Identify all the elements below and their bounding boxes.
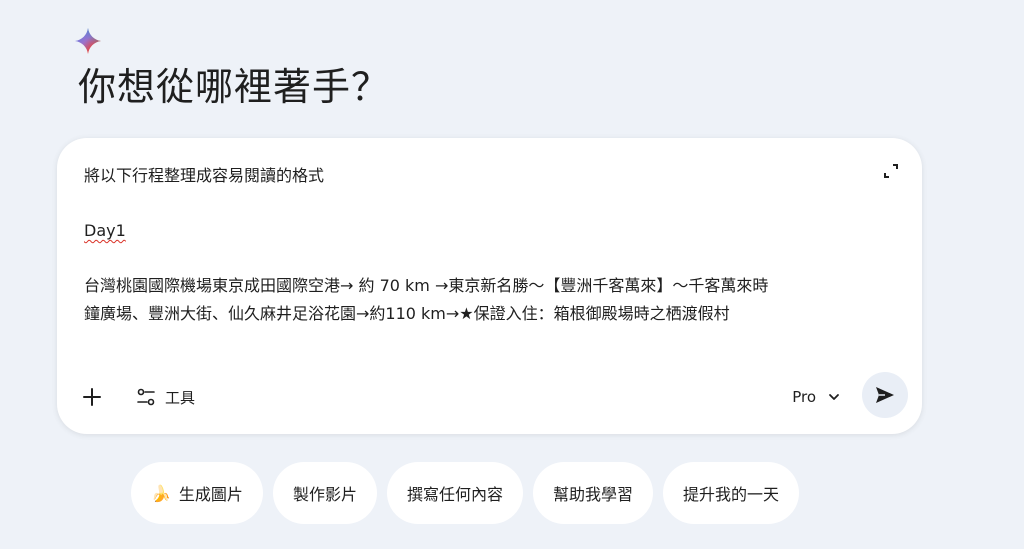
prompt-line: 台灣桃園國際機場東京成田國際空港→ 約 70 km →東京新名勝～【豐洲千客萬來… [84, 276, 769, 295]
tools-icon [137, 388, 155, 406]
prompt-line-blank [84, 245, 874, 273]
prompt-composer[interactable]: 將以下行程整理成容易閱讀的格式 Day1 台灣桃園國際機場東京成田國際空港→ 約… [57, 138, 922, 434]
chip-generate-image[interactable]: 🍌 生成圖片 [131, 462, 263, 524]
suggestion-chips: 🍌 生成圖片 製作影片 撰寫任何內容 幫助我學習 提升我的一天 [131, 462, 799, 524]
tools-button[interactable]: 工具 [135, 384, 195, 410]
banana-icon: 🍌 [151, 483, 171, 503]
model-selector[interactable]: Pro [792, 384, 840, 410]
chip-label: 製作影片 [292, 485, 357, 504]
gemini-home: 你想從哪裡著手？ 將以下行程整理成容易閱讀的格式 Day1 台灣桃園國際機場東京… [0, 0, 1024, 549]
prompt-line: 將以下行程整理成容易閱讀的格式 [84, 166, 325, 185]
chip-make-video[interactable]: 製作影片 [272, 462, 377, 524]
chip-help-me-learn[interactable]: 幫助我學習 [532, 462, 653, 524]
chip-label: 幫助我學習 [552, 485, 633, 504]
prompt-line: 鐘廣場、豐洲大街、仙久麻井足浴花園→約110 km→★保證入住：箱根御殿場時之栖… [84, 303, 730, 323]
chip-label: 提升我的一天 [682, 485, 779, 504]
chip-boost-my-day[interactable]: 提升我的一天 [662, 462, 799, 524]
gemini-spark-icon [75, 28, 101, 54]
spellcheck-word: Day1 [84, 221, 126, 240]
chip-label: 撰寫任何內容 [406, 485, 503, 504]
prompt-line: Day1 [84, 217, 874, 245]
model-label: Pro [792, 388, 816, 406]
chip-write-anything[interactable]: 撰寫任何內容 [386, 462, 523, 524]
page-heading: 你想從哪裡著手？ [78, 65, 391, 109]
send-button[interactable] [862, 372, 908, 418]
send-icon [876, 387, 894, 403]
chip-label: 生成圖片 [178, 485, 243, 504]
prompt-input[interactable]: 將以下行程整理成容易閱讀的格式 Day1 台灣桃園國際機場東京成田國際空港→ 約… [84, 162, 874, 327]
prompt-line-blank [84, 190, 874, 218]
plus-icon[interactable] [79, 384, 105, 410]
expand-icon[interactable] [882, 162, 900, 180]
composer-toolbar: 工具 Pro [57, 372, 922, 420]
chevron-down-icon [829, 394, 839, 400]
tools-label: 工具 [165, 388, 196, 407]
